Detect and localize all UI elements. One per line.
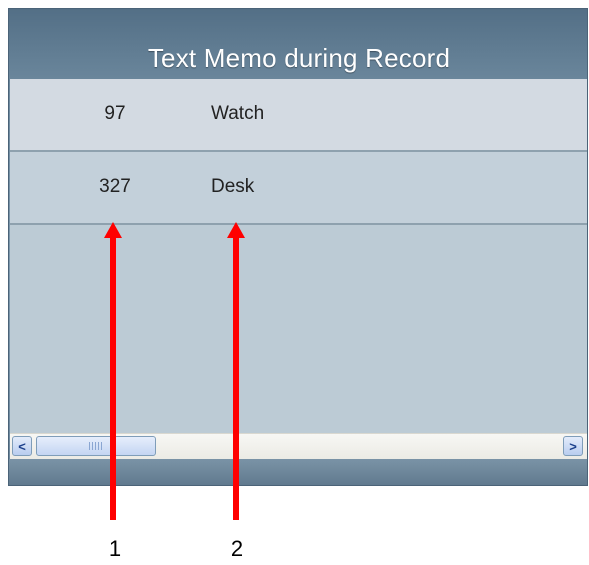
scroll-right-button[interactable]: > bbox=[563, 436, 583, 456]
memo-name: Desk bbox=[211, 176, 255, 197]
memo-name: Watch bbox=[211, 103, 265, 124]
memo-row[interactable]: 97 Watch bbox=[10, 79, 587, 152]
horizontal-scrollbar[interactable]: < > bbox=[10, 433, 587, 459]
chevron-right-icon: > bbox=[569, 438, 577, 454]
callout-arrowhead-1 bbox=[104, 222, 122, 238]
memo-number: 97 bbox=[104, 103, 126, 124]
memo-row[interactable]: 327 Desk bbox=[10, 152, 587, 225]
memo-list: 97 Watch 327 Desk bbox=[10, 79, 587, 433]
scroll-left-button[interactable]: < bbox=[12, 436, 32, 456]
callout-arrow-1 bbox=[110, 238, 116, 520]
text-memo-panel: Text Memo during Record 97 Watch 327 Des… bbox=[8, 8, 588, 486]
scrollbar-thumb[interactable] bbox=[36, 436, 156, 456]
grip-icon bbox=[89, 442, 103, 450]
callout-label-1: 1 bbox=[108, 536, 122, 561]
chevron-left-icon: < bbox=[18, 438, 26, 454]
memo-number: 327 bbox=[99, 176, 131, 197]
panel-title: Text Memo during Record bbox=[147, 43, 451, 73]
callout-label-2: 2 bbox=[230, 536, 244, 561]
panel-footer bbox=[9, 459, 587, 485]
callout-arrowhead-2 bbox=[227, 222, 245, 238]
callout-arrow-2 bbox=[233, 238, 239, 520]
